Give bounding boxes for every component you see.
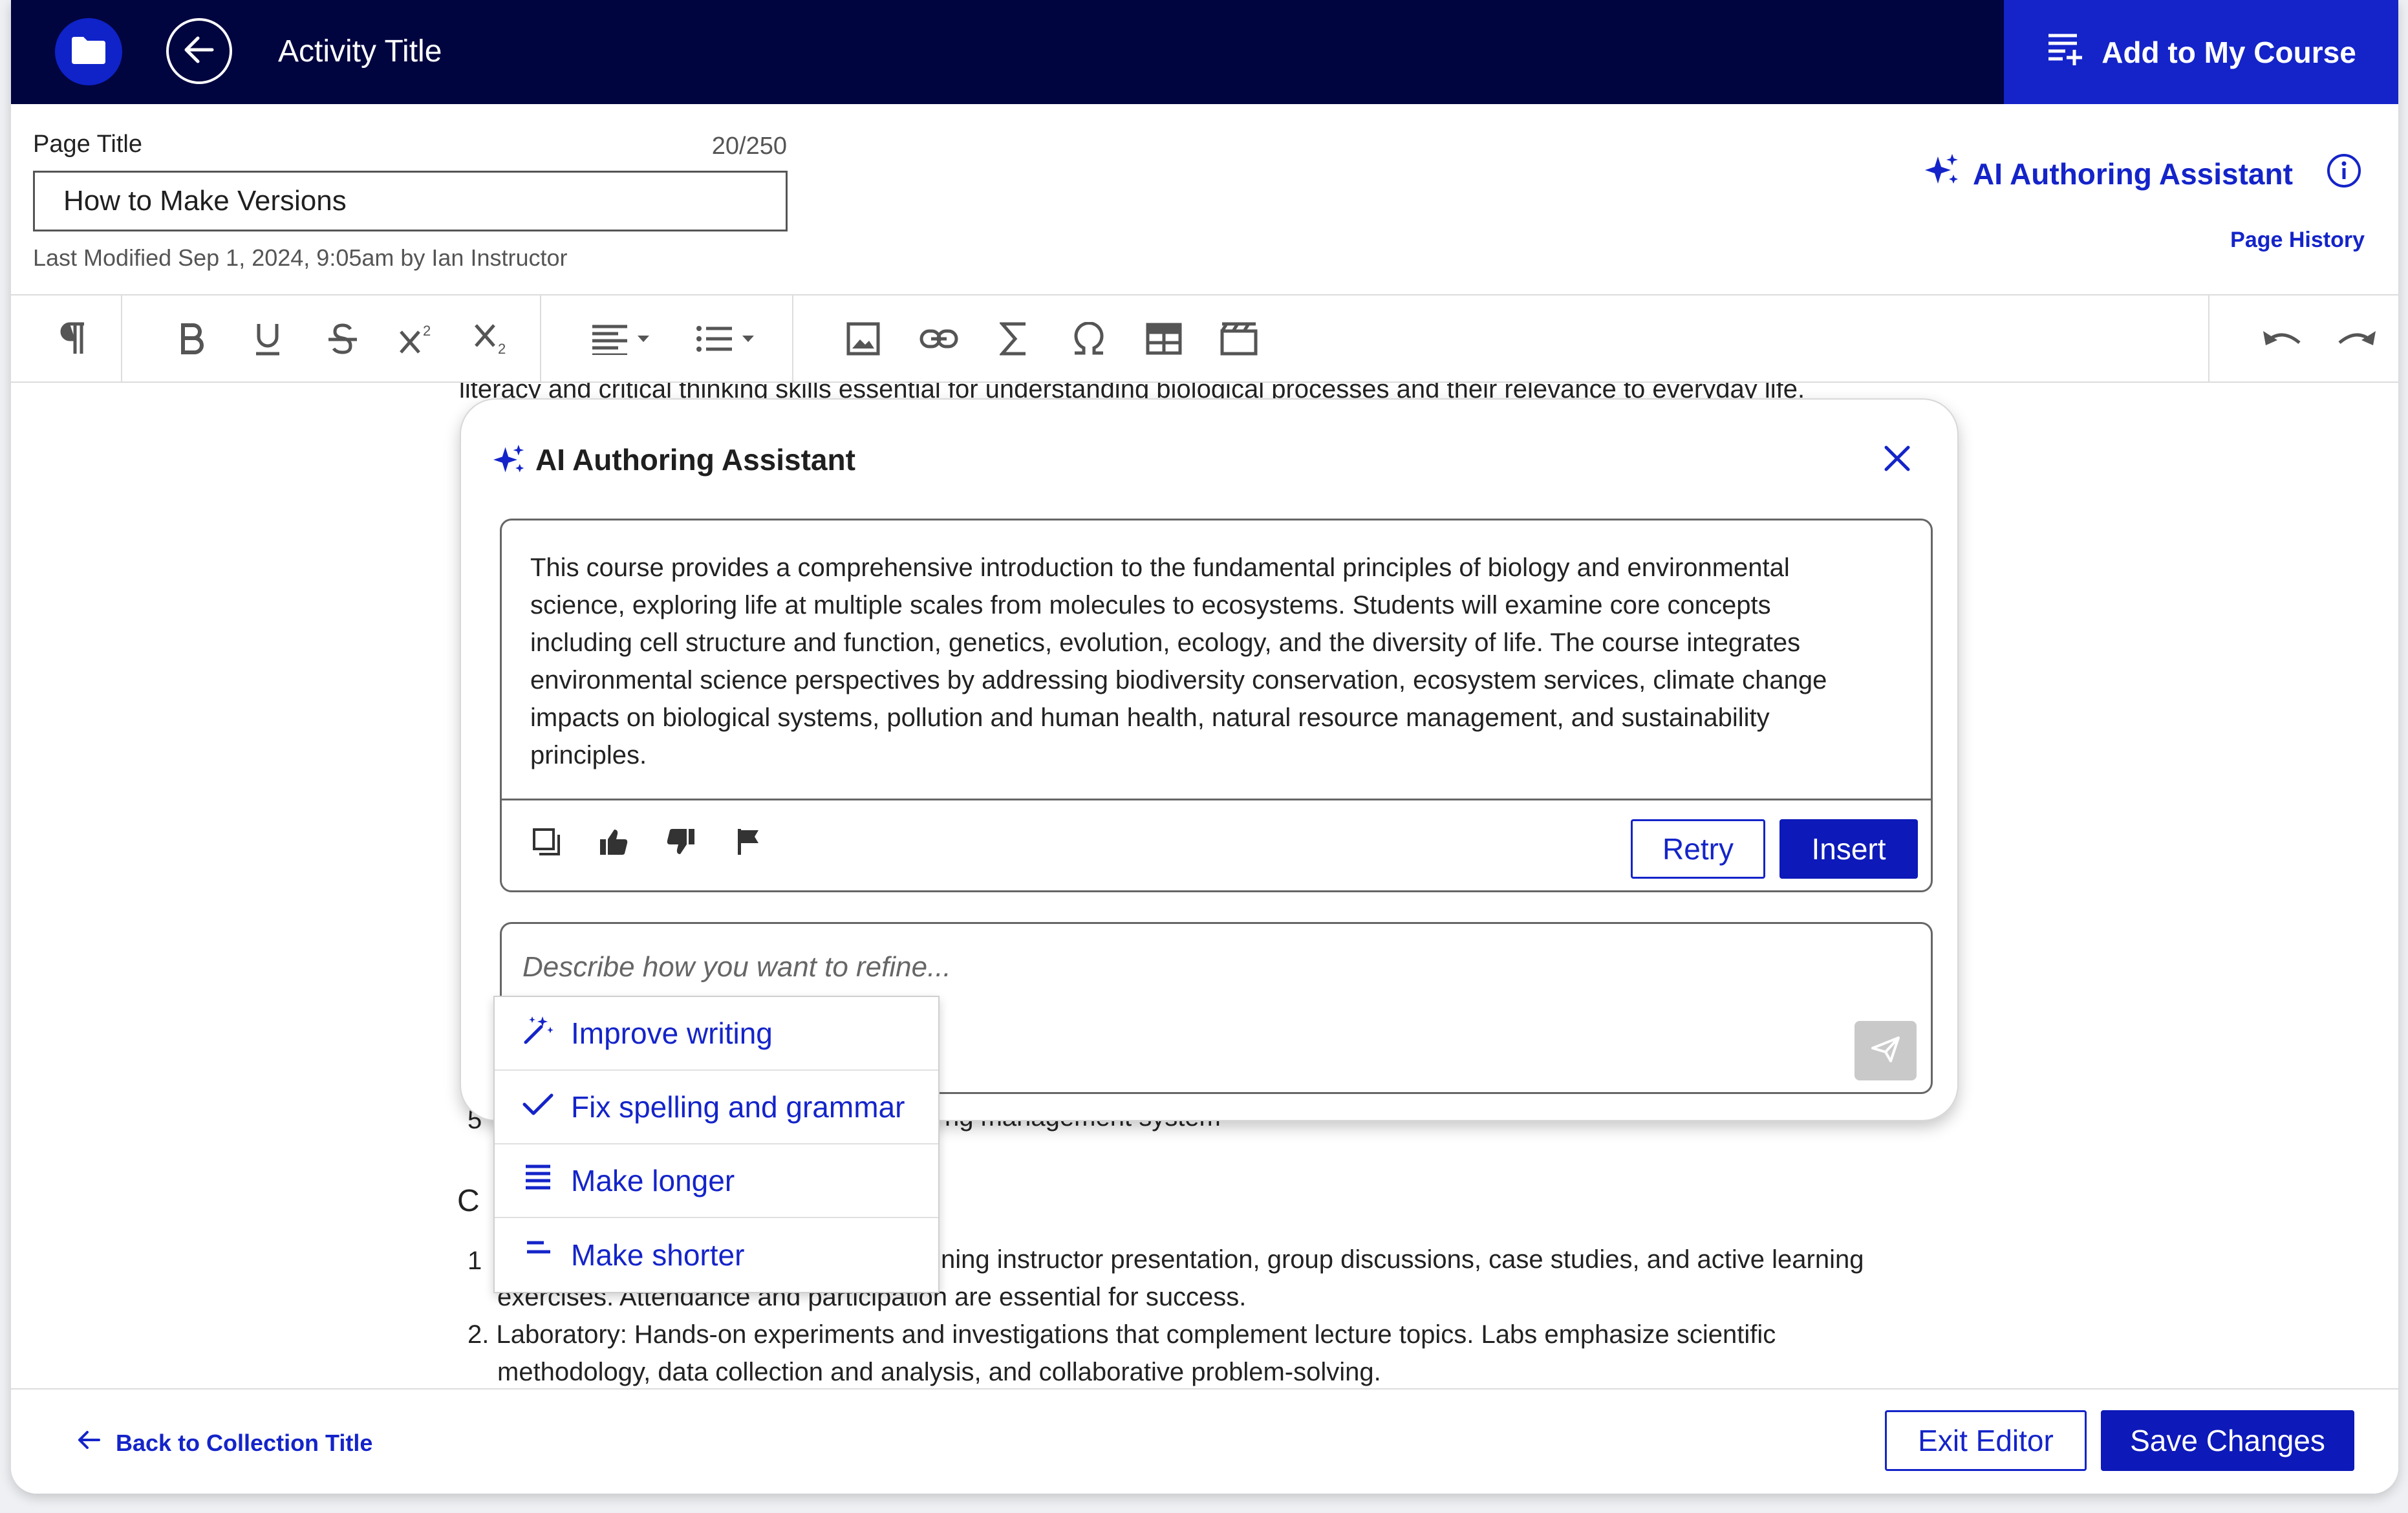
menu-item-label: Fix spelling and grammar bbox=[571, 1090, 905, 1124]
ai-response-box: This course provides a comprehensive int… bbox=[500, 519, 1933, 892]
ai-authoring-assistant-link[interactable]: AI Authoring Assistant bbox=[1925, 153, 2293, 195]
close-icon[interactable] bbox=[1882, 444, 1912, 477]
last-modified: Last Modified Sep 1, 2024, 9:05am by Ian… bbox=[33, 244, 568, 271]
ai-response-text: This course provides a comprehensive int… bbox=[530, 553, 1827, 769]
arrow-left-icon bbox=[181, 32, 217, 71]
menu-item-fix-spelling[interactable]: Fix spelling and grammar bbox=[495, 1071, 938, 1144]
menu-item-make-shorter[interactable]: Make shorter bbox=[495, 1218, 938, 1292]
list-item-fragment: ning instructor presentation, group disc… bbox=[941, 1245, 1864, 1274]
save-changes-button[interactable]: Save Changes bbox=[2101, 1410, 2354, 1471]
back-to-collection-link[interactable]: Back to Collection Title bbox=[76, 1427, 372, 1459]
lines-short-icon bbox=[522, 1238, 554, 1273]
page-title-input[interactable]: How to Make Versions bbox=[33, 171, 788, 231]
flag-icon[interactable] bbox=[726, 819, 771, 864]
lines-long-icon bbox=[522, 1163, 554, 1199]
svg-text:2: 2 bbox=[498, 341, 506, 356]
page-history-link[interactable]: Page History bbox=[2197, 228, 2365, 253]
back-to-collection-label: Back to Collection Title bbox=[116, 1429, 373, 1456]
refine-placeholder: Describe how you want to refine... bbox=[522, 951, 951, 983]
send-button[interactable] bbox=[1854, 1021, 1917, 1080]
playlist-add-icon bbox=[2046, 30, 2085, 74]
sparkle-icon bbox=[1925, 153, 1960, 195]
editor-window: Activity Title Add to My Course Page Tit… bbox=[11, 0, 2398, 1494]
omega-icon[interactable] bbox=[1066, 316, 1112, 361]
magic-wand-icon bbox=[522, 1014, 554, 1053]
list-item-line: 2. Laboratory: Hands-on experiments and … bbox=[468, 1320, 1776, 1349]
menu-item-improve-writing[interactable]: Improve writing bbox=[495, 997, 938, 1071]
check-icon bbox=[522, 1089, 554, 1124]
add-to-my-course-label: Add to My Course bbox=[2102, 35, 2356, 69]
refine-suggestions-menu: Improve writing Fix spelling and grammar… bbox=[493, 996, 940, 1293]
dialog-title: AI Authoring Assistant bbox=[535, 443, 855, 477]
svg-text:2: 2 bbox=[423, 323, 431, 339]
subscript-icon[interactable]: 2 bbox=[470, 316, 515, 361]
align-icon[interactable] bbox=[586, 316, 658, 361]
page-title-value: How to Make Versions bbox=[63, 185, 347, 217]
link-icon[interactable] bbox=[916, 316, 962, 361]
list-number: 1 bbox=[468, 1247, 482, 1275]
thumbs-up-icon[interactable] bbox=[591, 819, 636, 864]
insert-button[interactable]: Insert bbox=[1779, 819, 1918, 879]
section-heading-fragment: C bbox=[457, 1184, 480, 1218]
thumbs-down-icon[interactable] bbox=[658, 819, 704, 864]
bold-icon[interactable] bbox=[169, 316, 215, 361]
character-count: 20/250 bbox=[711, 133, 787, 160]
image-icon[interactable] bbox=[841, 316, 886, 361]
folder-button[interactable] bbox=[55, 18, 122, 85]
top-nav-bar: Activity Title Add to My Course bbox=[11, 0, 2398, 104]
list-icon[interactable] bbox=[691, 316, 762, 361]
send-icon bbox=[1871, 1036, 1900, 1066]
copy-icon[interactable] bbox=[524, 819, 569, 864]
sparkle-icon bbox=[493, 444, 526, 479]
paragraph-icon[interactable] bbox=[48, 316, 94, 361]
add-to-my-course-button[interactable]: Add to My Course bbox=[2004, 0, 2398, 104]
menu-item-label: Improve writing bbox=[571, 1016, 773, 1050]
menu-item-label: Make shorter bbox=[571, 1238, 745, 1272]
info-icon[interactable] bbox=[2326, 153, 2362, 192]
menu-item-make-longer[interactable]: Make longer bbox=[495, 1144, 938, 1218]
superscript-icon[interactable]: 2 bbox=[395, 316, 440, 361]
formatting-toolbar: 2 2 bbox=[11, 294, 2398, 383]
arrow-left-icon bbox=[76, 1427, 102, 1459]
page-title-label: Page Title bbox=[33, 131, 142, 158]
ai-authoring-assistant-label: AI Authoring Assistant bbox=[1973, 156, 2293, 191]
retry-button[interactable]: Retry bbox=[1631, 819, 1765, 879]
editor-footer: Back to Collection Title Exit Editor Sav… bbox=[11, 1388, 2398, 1494]
back-button[interactable] bbox=[166, 18, 232, 84]
menu-item-label: Make longer bbox=[571, 1164, 735, 1197]
folder-icon bbox=[70, 36, 107, 69]
list-item-line: methodology, data collection and analysi… bbox=[497, 1358, 1381, 1386]
underline-icon[interactable] bbox=[245, 316, 290, 361]
undo-icon[interactable] bbox=[2260, 316, 2305, 361]
exit-editor-button[interactable]: Exit Editor bbox=[1885, 1410, 2087, 1471]
table-icon[interactable] bbox=[1141, 316, 1187, 361]
redo-icon[interactable] bbox=[2334, 316, 2379, 361]
activity-title: Activity Title bbox=[278, 34, 442, 69]
strikethrough-icon[interactable] bbox=[320, 316, 365, 361]
sigma-icon[interactable] bbox=[991, 316, 1037, 361]
media-icon[interactable] bbox=[1216, 316, 1262, 361]
